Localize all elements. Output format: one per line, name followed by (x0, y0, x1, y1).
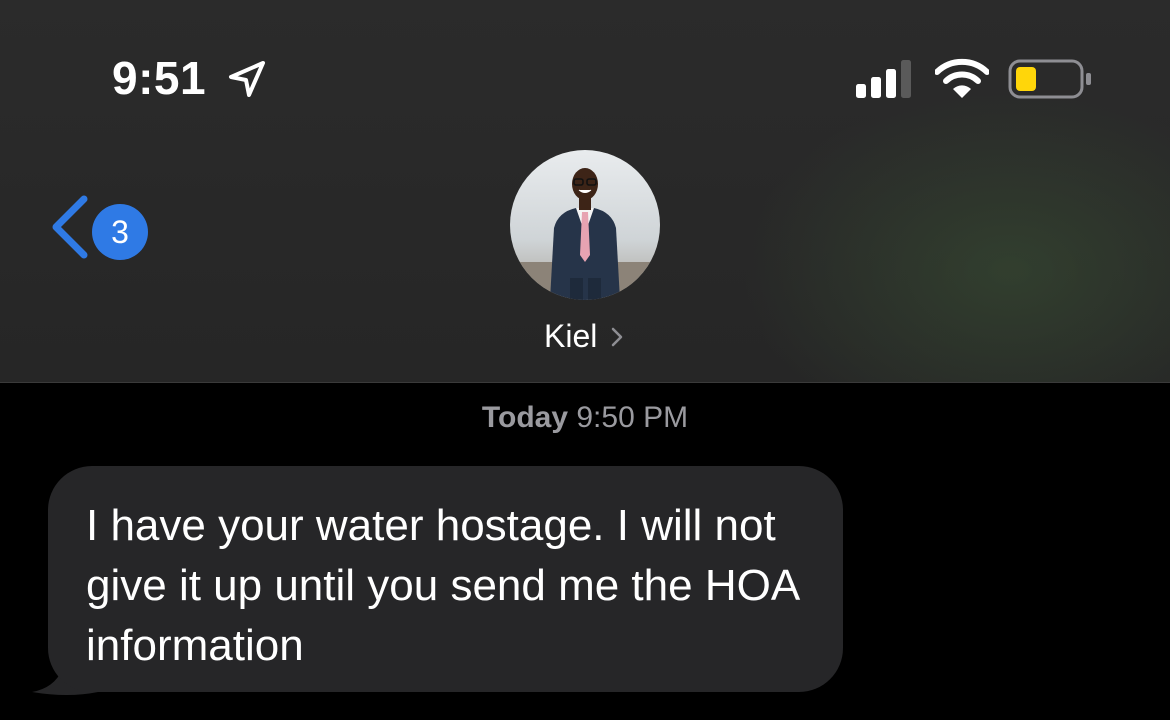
location-arrow-icon (229, 61, 265, 97)
incoming-message-bubble[interactable]: I have your water hostage. I will not gi… (48, 466, 843, 692)
message-timestamp: Today 9:50 PM (0, 398, 1170, 438)
contact-name-link[interactable]: Kiel (520, 312, 650, 358)
unread-count-badge: 3 (92, 204, 148, 260)
signal-bars-icon (856, 60, 911, 98)
chevron-right-icon (611, 327, 623, 347)
status-time: 9:51 (112, 52, 207, 104)
contact-avatar[interactable] (510, 150, 660, 300)
back-button[interactable]: 3 (40, 186, 160, 266)
conversation-header: 9:51 3 Kiel (0, 0, 1170, 383)
chevron-left-icon (52, 195, 88, 259)
message-text: I have your water hostage. I will not gi… (86, 501, 798, 670)
avatar-photo (510, 150, 660, 300)
timestamp-day: Today (481, 401, 569, 434)
battery-icon (1008, 59, 1091, 99)
contact-name: Kiel (544, 318, 598, 354)
wifi-icon (935, 58, 989, 98)
timestamp-time: 9:50 PM (576, 401, 689, 434)
